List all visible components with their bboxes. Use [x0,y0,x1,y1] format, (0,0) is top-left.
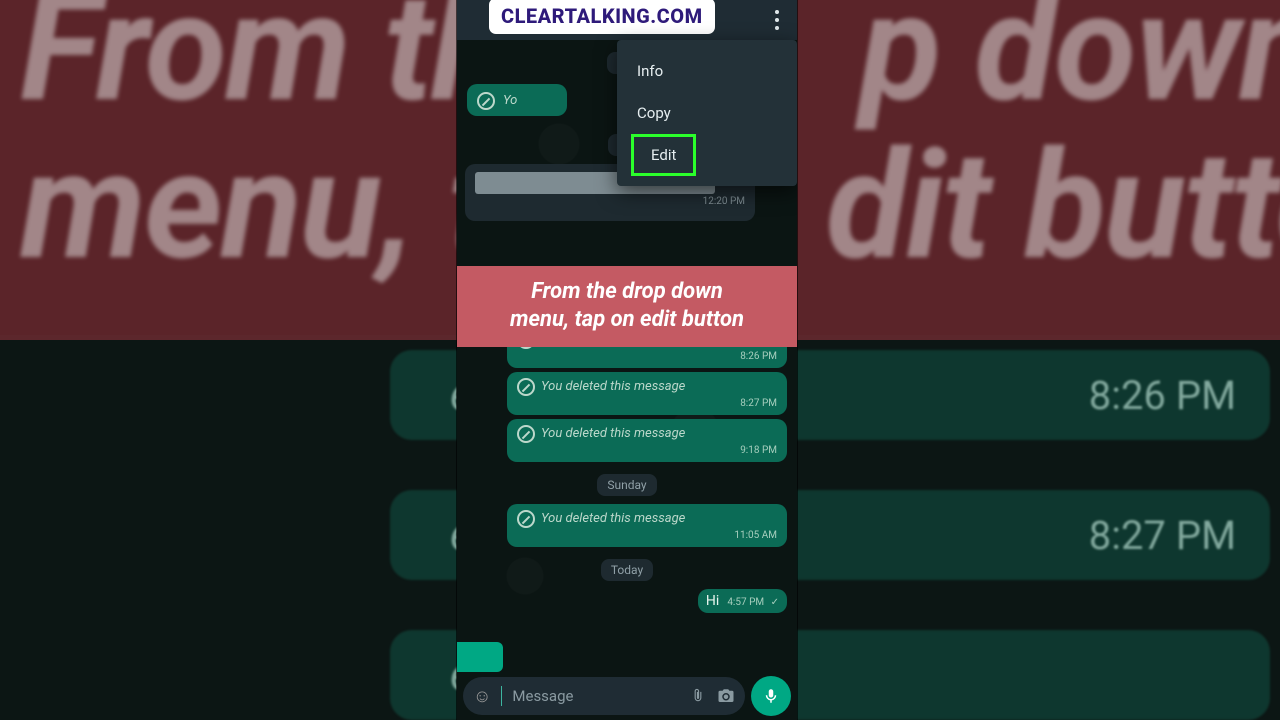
date-separator: Sunday [597,474,656,496]
message-input-bar: ☺ Message [457,672,797,720]
camera-icon[interactable] [717,687,735,705]
selection-highlight [457,642,503,672]
message-input[interactable]: ☺ Message [463,677,745,715]
instruction-text: From the drop down menu, tap on edit but… [463,278,791,333]
input-placeholder: Message [512,687,679,705]
date-separator: Today [601,559,653,581]
deleted-message-bubble[interactable]: You deleted this message 8:27 PM [507,372,787,415]
deleted-message-text: You deleted this message [541,426,685,441]
chat-header: CLEARTALKING.COM [457,0,797,40]
deleted-message-bubble[interactable]: You deleted this message 11:05 AM [507,504,787,547]
message-time: 9:18 PM [517,445,777,456]
bg-time: 8:26 PM [1089,372,1236,419]
message-time: 4:57 PM [727,597,764,608]
deleted-message-bubble[interactable]: Yo [467,84,567,116]
delivered-check-icon: ✓ [771,597,779,608]
bg-time: 8:27 PM [1089,512,1236,559]
phone-screen: CLEARTALKING.COM Info Copy Edit Jun Yo J… [457,0,797,720]
mic-icon [762,687,780,705]
prohibited-icon [517,510,535,528]
deleted-message-text: You deleted this message [541,511,685,526]
brand-pill: CLEARTALKING.COM [489,0,715,34]
deleted-message-bubble[interactable]: You deleted this message 9:18 PM [507,419,787,462]
menu-item-edit[interactable]: Edit [631,134,696,176]
overflow-menu-icon[interactable] [767,8,787,32]
message-text: Hi [706,593,719,609]
voice-message-button[interactable] [751,676,791,716]
emoji-icon[interactable]: ☺ [473,686,491,707]
menu-item-info[interactable]: Info [617,50,797,92]
message-time: 8:27 PM [517,398,777,409]
attach-icon[interactable] [689,687,707,705]
prohibited-icon [477,92,495,110]
tutorial-instruction-banner: From the drop down menu, tap on edit but… [457,266,797,347]
message-time: 12:20 PM [475,196,745,207]
sent-message-bubble[interactable]: Hi 4:57 PM ✓ [698,589,787,613]
deleted-message-text: You deleted this message [541,379,685,394]
message-context-menu: Info Copy Edit [617,40,797,186]
text-cursor [501,686,502,706]
message-time: 8:26 PM [517,351,777,362]
prohibited-icon [517,378,535,396]
message-time: 11:05 AM [517,530,777,541]
menu-item-copy[interactable]: Copy [617,92,797,134]
deleted-message-text: Yo [503,93,517,108]
prohibited-icon [517,425,535,443]
